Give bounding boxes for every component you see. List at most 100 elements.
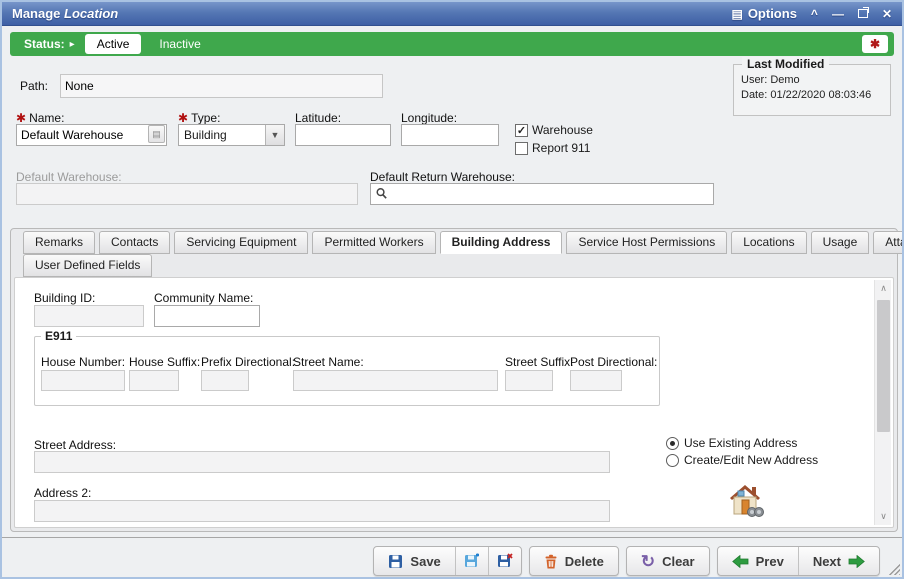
house-number-label: House Number: [41,355,125,369]
tab-remarks[interactable]: Remarks [23,231,95,254]
street-suffix-label: Street Suffix: [505,355,573,369]
report911-checkbox[interactable]: Report 911 [515,141,590,155]
street-suffix-input [505,370,553,391]
tab-servicing-equipment[interactable]: Servicing Equipment [174,231,308,254]
prev-label: Prev [756,554,784,569]
text-lookup-icon: ▤ [152,129,161,140]
required-icon: ✱ [16,111,26,125]
vertical-scrollbar[interactable]: ∧ ∨ [874,280,891,525]
delete-label: Delete [565,554,604,569]
required-icon: ✱ [178,111,188,125]
path-input[interactable] [60,74,383,98]
minimize-icon: — [832,8,844,20]
type-select[interactable]: Building ▼ [178,124,285,146]
checkbox-unchecked-icon [515,142,528,155]
collapse-button[interactable]: ^ [811,8,818,20]
toolbar-separator [2,537,902,538]
radio-use-existing-label: Use Existing Address [684,436,797,450]
save-label: Save [410,554,440,569]
name-lookup-button[interactable]: ▤ [148,125,165,143]
community-name-input[interactable] [154,305,260,327]
tab-attachments[interactable]: Attachments [873,231,904,254]
chevron-down-icon: ▼ [265,125,284,145]
save-and-new-icon [464,553,480,569]
options-label: Options [748,6,797,21]
street-address-label: Street Address: [34,438,116,452]
chevron-up-icon: ^ [811,8,818,20]
resize-grip[interactable] [888,563,900,575]
popout-button[interactable] [858,9,868,18]
save-and-close-button[interactable] [488,547,521,575]
tab-usage[interactable]: Usage [811,231,870,254]
scroll-up-button[interactable]: ∧ [875,280,892,297]
save-button[interactable]: Save [374,547,454,575]
next-button[interactable]: Next [798,547,879,575]
close-icon: ✕ [882,8,892,20]
save-button-group: Save [373,546,521,576]
search-icon [375,187,388,200]
chevron-up-icon: ∧ [880,283,887,294]
prefix-directional-label: Prefix Directional: [201,355,295,369]
status-option-active[interactable]: Active [85,34,142,54]
trash-icon [544,554,558,569]
prev-button[interactable]: Prev [718,547,798,575]
last-modified-date: Date: 01/22/2020 08:03:46 [741,89,883,101]
status-bar: Status: ▸ Active Inactive ✱ [10,32,894,56]
building-address-tab-content: Building ID: Community Name: E911 House … [14,277,894,528]
radio-create-new-address[interactable]: Create/Edit New Address [666,453,818,467]
last-modified-legend: Last Modified [742,57,829,71]
clear-button-group: ↻ Clear [626,546,710,576]
house-suffix-label: House Suffix: [129,355,200,369]
community-name-label: Community Name: [154,291,253,305]
latitude-input[interactable] [295,124,391,146]
radio-unselected-icon [666,454,679,467]
default-return-warehouse-input[interactable] [370,183,714,205]
save-and-close-icon [497,553,513,569]
checkbox-checked-icon: ✓ [515,124,528,137]
tab-service-host-permissions[interactable]: Service Host Permissions [566,231,727,254]
next-label: Next [813,554,841,569]
title-bar: Manage Location ▤ Options ^ — ✕ [2,2,902,26]
latitude-label: Latitude: [295,111,341,125]
street-name-input [293,370,498,391]
arrow-left-icon [732,555,749,568]
close-button[interactable]: ✕ [882,8,892,20]
required-flag-button[interactable]: ✱ [862,35,888,53]
tab-contacts[interactable]: Contacts [99,231,170,254]
bottom-toolbar: Save [373,546,880,576]
chevron-down-icon: ∨ [880,511,887,522]
report911-checkbox-label: Report 911 [532,141,590,155]
tab-strip: Remarks Contacts Servicing Equipment Per… [11,229,897,277]
list-icon: ▤ [731,8,742,20]
status-option-inactive[interactable]: Inactive [159,37,200,51]
longitude-input[interactable] [401,124,499,146]
longitude-label: Longitude: [401,111,457,125]
radio-use-existing-address[interactable]: Use Existing Address [666,436,797,450]
name-input[interactable] [16,124,167,146]
warehouse-checkbox-label: Warehouse [532,123,593,137]
clear-button[interactable]: ↻ Clear [627,547,709,575]
manage-location-window: Manage Location ▤ Options ^ — ✕ Status: … [0,0,904,579]
last-modified-user: User: Demo [741,74,883,86]
asterisk-icon: ✱ [870,37,880,51]
e911-legend: E911 [41,329,76,343]
nav-button-group: Prev Next [717,546,880,576]
address2-input [34,500,610,522]
address-lookup-house-icon [726,483,764,519]
tab-user-defined-fields[interactable]: User Defined Fields [23,254,152,277]
type-value: Building [179,128,265,142]
house-suffix-input [129,370,179,391]
warehouse-checkbox[interactable]: ✓ Warehouse [515,123,593,137]
scroll-down-button[interactable]: ∨ [875,508,892,525]
status-arrow-icon: ▸ [70,39,75,50]
tab-building-address[interactable]: Building Address [440,231,563,254]
tab-permitted-workers[interactable]: Permitted Workers [312,231,435,254]
options-button[interactable]: ▤ Options [731,6,796,21]
delete-button[interactable]: Delete [530,547,618,575]
scrollbar-thumb[interactable] [877,300,890,432]
save-and-new-button[interactable] [455,547,488,575]
type-label: ✱Type: [178,111,220,125]
tab-locations[interactable]: Locations [731,231,806,254]
minimize-button[interactable]: — [832,8,844,20]
name-field-wrap: ▤ [16,124,167,146]
